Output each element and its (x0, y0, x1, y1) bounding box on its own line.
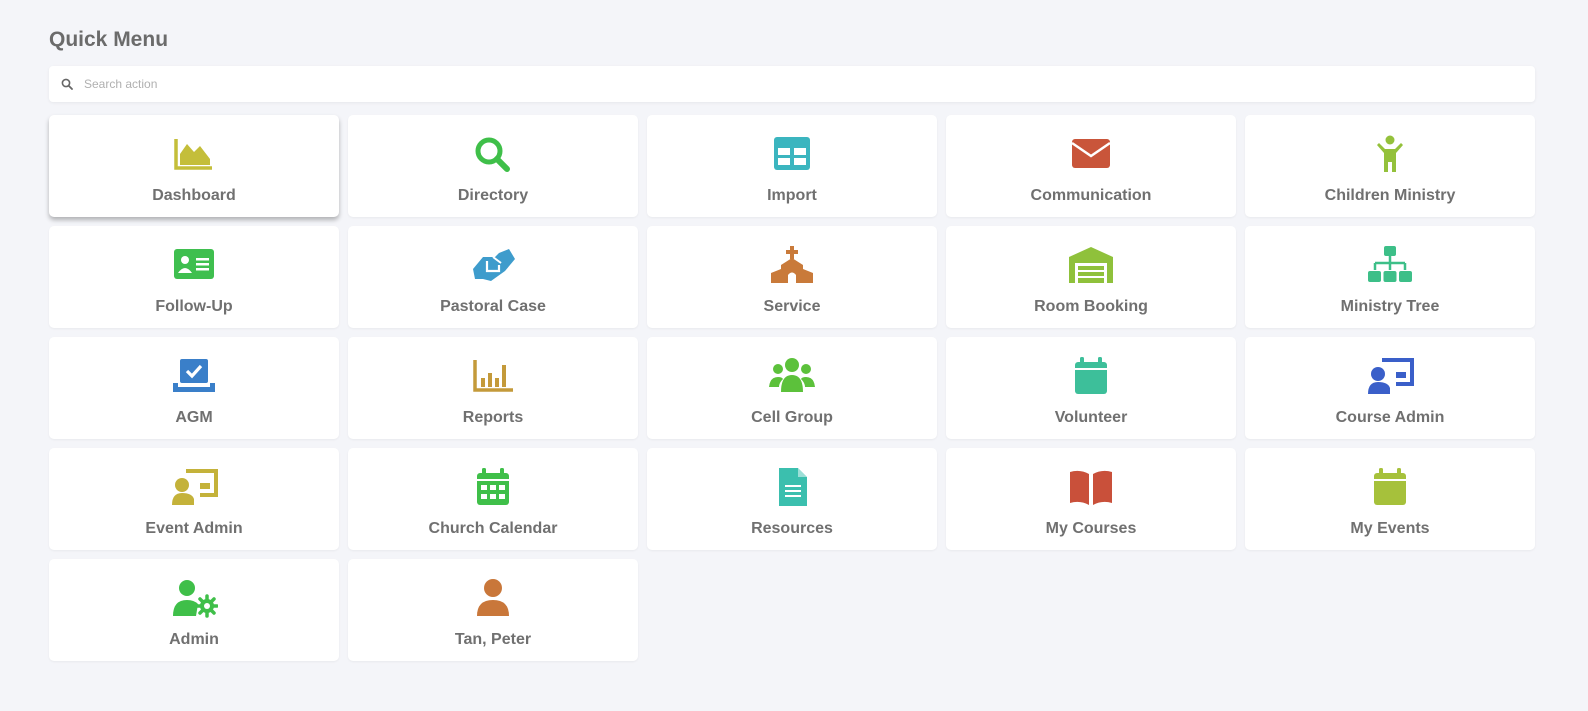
tile-label: Service (763, 298, 821, 315)
tile-label: Volunteer (1054, 409, 1128, 426)
tile-label: AGM (175, 409, 213, 426)
menu-tile-cell-group[interactable]: Cell Group (647, 337, 937, 439)
tile-icon-wrap (170, 577, 218, 619)
users-icon (769, 358, 815, 392)
tile-icon-wrap (1366, 133, 1414, 175)
tile-label: Room Booking (1034, 298, 1148, 315)
search-bar[interactable] (49, 66, 1535, 102)
menu-tile-children-ministry[interactable]: Children Ministry (1245, 115, 1535, 217)
menu-tile-my-courses[interactable]: My Courses (946, 448, 1236, 550)
menu-tile-agm[interactable]: AGM (49, 337, 339, 439)
menu-tile-church-calendar[interactable]: Church Calendar (348, 448, 638, 550)
warehouse-icon (1069, 247, 1113, 283)
tile-label: Tan, Peter (454, 631, 532, 648)
quick-menu-page: Quick Menu Dashboard Directory Import Co… (0, 0, 1588, 711)
chart-bar-icon (473, 360, 513, 392)
tile-label: Dashboard (152, 187, 236, 204)
tile-icon-wrap (768, 133, 816, 175)
tile-label: Resources (751, 520, 833, 537)
menu-tile-follow-up[interactable]: Follow-Up (49, 226, 339, 328)
church-icon (771, 246, 813, 283)
tile-icon-wrap (469, 133, 517, 175)
menu-tile-communication[interactable]: Communication (946, 115, 1236, 217)
tile-label: Reports (462, 409, 524, 426)
menu-tile-event-admin[interactable]: Event Admin (49, 448, 339, 550)
tile-icon-wrap (170, 355, 218, 397)
calendar-icon (1075, 357, 1107, 394)
table-icon (774, 137, 810, 170)
search-input[interactable] (82, 68, 1535, 100)
tile-label: Communication (1030, 187, 1152, 204)
menu-tile-resources[interactable]: Resources (647, 448, 937, 550)
tile-icon-wrap (170, 244, 218, 286)
menu-tile-reports[interactable]: Reports (348, 337, 638, 439)
menu-tile-directory[interactable]: Directory (348, 115, 638, 217)
menu-tile-course-admin[interactable]: Course Admin (1245, 337, 1535, 439)
tile-label: Admin (169, 631, 219, 648)
laptop-check-icon (173, 359, 215, 392)
calendar-icon (1374, 468, 1406, 505)
user-cog-icon (173, 580, 218, 618)
sitemap-icon (1368, 246, 1412, 282)
search-icon (61, 78, 73, 90)
file-icon (779, 468, 807, 506)
tile-label: Event Admin (145, 520, 243, 537)
menu-tile-ministry-tree[interactable]: Ministry Tree (1245, 226, 1535, 328)
menu-tile-dashboard[interactable]: Dashboard (49, 115, 339, 217)
book-open-icon (1070, 470, 1112, 505)
menu-tile-tan-peter[interactable]: Tan, Peter (348, 559, 638, 661)
tile-label: My Courses (1045, 520, 1137, 537)
child-icon (1377, 135, 1403, 172)
tile-icon-wrap (768, 466, 816, 508)
chart-area-icon (174, 139, 212, 170)
tile-icon-wrap (469, 577, 517, 619)
page-title: Quick Menu (49, 28, 169, 51)
teacher-icon (1368, 358, 1414, 394)
menu-tile-my-events[interactable]: My Events (1245, 448, 1535, 550)
tile-label: Church Calendar (428, 520, 558, 537)
tile-icon-wrap (1366, 244, 1414, 286)
menu-tile-volunteer[interactable]: Volunteer (946, 337, 1236, 439)
envelope-icon (1071, 139, 1111, 168)
menu-grid: Dashboard Directory Import Communication… (49, 115, 1535, 661)
tile-label: My Events (1350, 520, 1430, 537)
tile-icon-wrap (469, 466, 517, 508)
tile-icon-wrap (170, 466, 218, 508)
tile-icon-wrap (768, 355, 816, 397)
tile-label: Cell Group (751, 409, 833, 426)
tile-icon-wrap (1067, 244, 1115, 286)
handshake-icon (473, 249, 515, 281)
user-icon (477, 579, 509, 616)
tile-icon-wrap (469, 355, 517, 397)
search-icon (475, 137, 510, 172)
tile-icon-wrap (1366, 466, 1414, 508)
menu-tile-room-booking[interactable]: Room Booking (946, 226, 1236, 328)
tile-label: Children Ministry (1324, 187, 1456, 204)
tile-label: Course Admin (1335, 409, 1445, 426)
tile-icon-wrap (469, 244, 517, 286)
tile-icon-wrap (1067, 133, 1115, 175)
menu-tile-admin[interactable]: Admin (49, 559, 339, 661)
tile-label: Import (767, 187, 817, 204)
menu-tile-import[interactable]: Import (647, 115, 937, 217)
tile-label: Pastoral Case (440, 298, 546, 315)
tile-icon-wrap (1067, 466, 1115, 508)
tile-icon-wrap (1366, 355, 1414, 397)
tile-label: Follow-Up (155, 298, 233, 315)
tile-icon-wrap (1067, 355, 1115, 397)
menu-tile-service[interactable]: Service (647, 226, 937, 328)
id-card-icon (174, 249, 214, 279)
tile-icon-wrap (768, 244, 816, 286)
menu-tile-pastoral-case[interactable]: Pastoral Case (348, 226, 638, 328)
tile-label: Ministry Tree (1340, 298, 1440, 315)
tile-label: Directory (457, 187, 529, 204)
teacher-icon (172, 469, 218, 505)
calendar-grid-icon (477, 468, 509, 505)
tile-icon-wrap (170, 133, 218, 175)
